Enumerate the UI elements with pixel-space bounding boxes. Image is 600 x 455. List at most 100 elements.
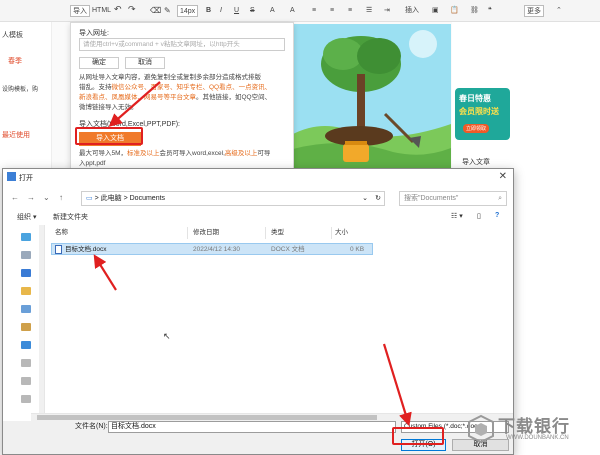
documents-icon[interactable] [21,323,31,331]
format-brush-icon[interactable]: ✎ [164,5,171,17]
search-icon: ⌕ [498,195,502,202]
mouse-cursor-icon: ↖ [163,331,171,341]
clipboard-icon[interactable]: 📋 [450,5,459,17]
list-icon[interactable]: ☰ [366,5,372,17]
url-input[interactable]: 请使用ctrl+v或command + v粘贴文章网址，以http开头 [79,38,285,51]
html-button[interactable]: HTML [92,5,111,17]
address-bar-row: ← → ⌄ ↑ ▭ > 此电脑 > Documents ⌄ ↻ 搜索"Docum… [3,187,513,209]
promo-banner[interactable]: 春日特惠 会员限时送 立即领取 [455,88,510,140]
folder-icon[interactable] [21,287,31,295]
link-icon[interactable]: ⛓ [470,5,479,17]
this-pc-icon[interactable] [21,251,31,259]
align-center-icon[interactable]: ≡ [330,5,334,17]
preview-pane-icon[interactable]: ▯ [477,212,481,220]
cancel-url-button[interactable]: 取消 [125,57,165,69]
drive-icon[interactable] [21,359,31,367]
promo-cta[interactable]: 立即领取 [463,124,490,133]
back-icon[interactable]: ← [11,193,19,202]
up-arrow-icon[interactable]: ⌃ [556,5,562,17]
file-type: DOCX 文档 [271,246,305,253]
recent-locations-icon[interactable]: ⌄ [43,193,50,202]
column-size[interactable]: 大小 [335,227,348,239]
import-description: 从网址导入文章内容，避免复制全或复制多余部分造成格式排版 错乱。支持微信公众号、… [79,74,272,111]
drive-icon[interactable] [21,395,31,403]
dialog-titlebar: 打开 ✕ [3,169,513,185]
help-icon[interactable]: ? [495,212,499,219]
new-folder-button[interactable]: 新建文件夹 [53,212,88,222]
eraser-icon[interactable]: ⌫ [150,5,161,17]
dialog-title: 打开 [19,175,33,182]
computer-icon: ▭ [86,195,93,202]
forward-icon[interactable]: → [27,193,35,202]
import-popover: 导入网址: 请使用ctrl+v或command + v粘贴文章网址，以http开… [70,22,294,174]
breadcrumb-documents[interactable]: Documents [130,195,165,202]
music-icon[interactable] [21,341,31,349]
more-menu[interactable]: 更多 [524,5,544,17]
insert-menu[interactable]: 插入 [405,5,419,17]
dropdown-icon[interactable]: ⌄ [362,192,368,205]
file-name: 目标文档.docx [65,246,107,253]
undo-icon[interactable]: ↶ [114,3,122,15]
italic-icon[interactable]: I [220,5,222,17]
file-open-dialog: 打开 ✕ ← → ⌄ ↑ ▭ > 此电脑 > Documents ⌄ ↻ 搜索"… [2,168,514,455]
tree-planting-illustration [293,24,451,172]
redo-icon[interactable]: ↷ [128,3,136,15]
confirm-button[interactable]: 确定 [79,57,119,69]
nav-scrollbar[interactable] [39,225,44,413]
watermark-url: WWW.DOUNBANK.CN [506,435,569,441]
image-icon[interactable]: ▣ [432,5,439,17]
promo-title: 春日特惠 [459,94,491,103]
column-divider [187,227,188,239]
editor-toolbar: 导入 HTML ↶ ↷ ⌫ ✎ 14px B I U S A A ≡ ≡ ≡ ☰… [0,0,600,22]
watermark-logo [468,414,494,444]
column-name[interactable]: 名称 [55,227,68,239]
horizontal-scrollbar[interactable] [31,413,513,421]
search-input[interactable]: 搜索"Documents" ⌕ [399,191,507,206]
text-color-icon[interactable]: A [270,5,275,17]
bold-icon[interactable]: B [206,5,211,17]
pictures-icon[interactable] [21,305,31,313]
filename-label: 文件名(N): [75,423,108,430]
sidebar-item-buy[interactable]: 设购模板，购 [2,84,38,93]
import-menu-button[interactable]: 导入 [70,5,90,17]
underline-icon[interactable]: U [234,5,239,17]
address-breadcrumb[interactable]: ▭ > 此电脑 > Documents ⌄ ↻ [81,191,385,206]
file-list: 名称 修改日期 类型 大小 目标文档.docx 2022/4/12 14:30 … [47,225,513,413]
downloads-icon[interactable] [21,269,31,277]
path-separator: > [123,195,128,202]
cloud-icon[interactable] [21,233,31,241]
import-button-highlight [75,127,143,145]
navigation-pane [3,225,45,413]
sidebar-item-spring[interactable]: 春季 [8,56,22,66]
import-article-link[interactable]: 导入文章 [462,157,490,167]
close-icon[interactable]: ✕ [499,171,507,182]
scrollbar-thumb[interactable] [37,415,377,420]
drive-icon[interactable] [21,377,31,385]
file-row[interactable]: 目标文档.docx 2022/4/12 14:30 DOCX 文档 0 KB [51,243,373,255]
up-folder-icon[interactable]: ↑ [59,193,63,202]
word-document-icon [55,245,62,254]
breadcrumb-this-pc[interactable]: 此电脑 [101,195,122,202]
align-right-icon[interactable]: ≡ [348,5,352,17]
sidebar-item-template[interactable]: 人模板 [2,30,23,40]
filename-input[interactable]: 目标文档.docx [108,421,396,433]
align-left-icon[interactable]: ≡ [312,5,316,17]
column-divider [265,227,266,239]
font-size-select[interactable]: 14px [177,5,199,17]
watermark: 下载银行 WWW.DOUNBANK.CN [466,412,598,452]
sidebar-item-recent[interactable]: 最近使用 [2,130,30,140]
organize-menu[interactable]: 组织 ▾ [17,212,36,222]
watermark-title: 下载银行 [498,417,570,436]
app-icon [7,172,16,181]
strikethrough-icon[interactable]: S [250,5,255,17]
view-options-icon[interactable]: ☷ ▾ [451,212,463,220]
quote-icon[interactable]: ❝ [488,5,492,17]
promo-subtitle: 会员限时送 [459,107,499,116]
command-bar: 组织 ▾ 新建文件夹 ☷ ▾ ▯ ? [3,210,513,224]
column-type[interactable]: 类型 [271,227,284,239]
refresh-icon[interactable]: ↻ [375,192,381,205]
column-date[interactable]: 修改日期 [193,227,219,239]
import-limit-text: 最大可导入5M，标准及以上会员可导入word,excel,高级及以上可导 入pp… [79,150,271,167]
highlight-icon[interactable]: A [290,5,295,17]
indent-icon[interactable]: ⇥ [384,5,390,17]
